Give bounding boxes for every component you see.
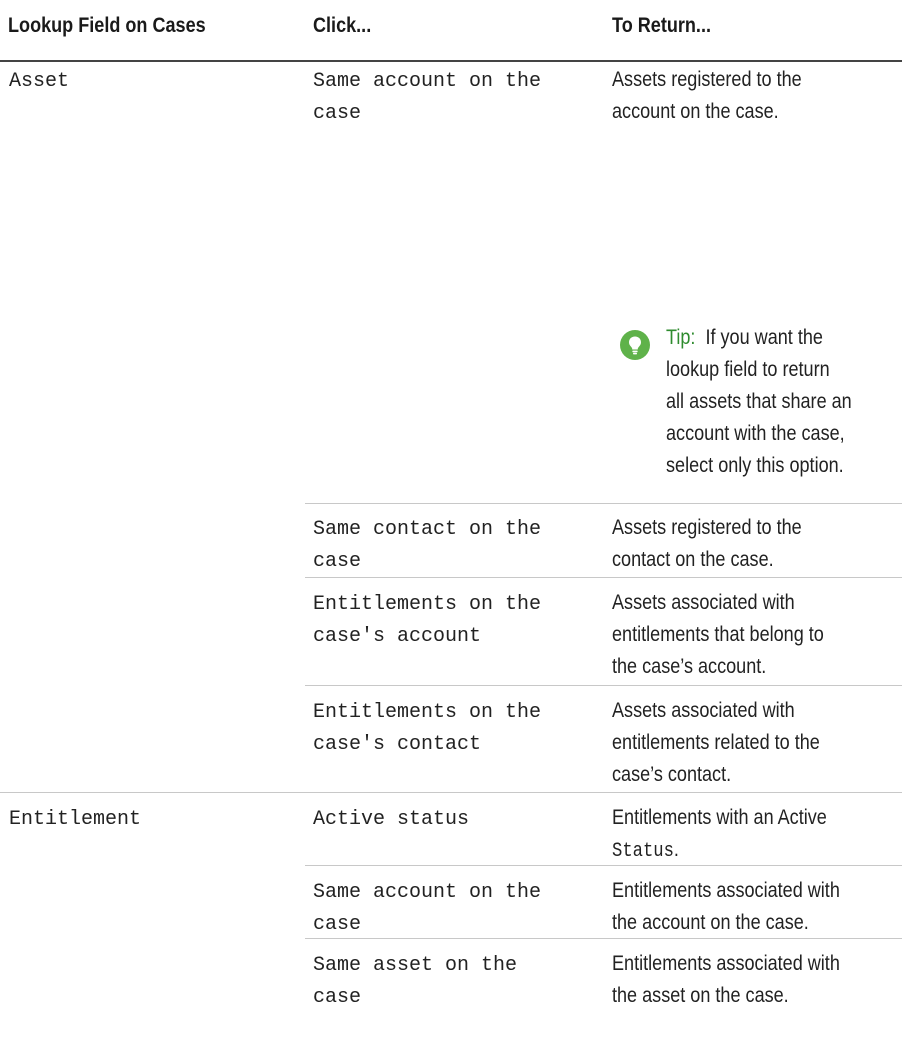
tip-label: Tip:: [666, 326, 696, 349]
click-cell: Same asset on the case: [313, 950, 517, 1014]
status-code: Status: [612, 840, 674, 863]
return-line: Assets associated with: [612, 699, 795, 722]
click-cell: Same contact on the case: [313, 514, 541, 578]
click-cell: Same account on the case: [313, 66, 541, 130]
tip-line: select only this option.: [666, 454, 844, 477]
row-divider: [305, 503, 902, 504]
return-cell: Entitlements associated with the asset o…: [612, 948, 840, 1012]
click-cell: Entitlements on the case's contact: [313, 697, 541, 761]
click-line: case: [313, 550, 362, 573]
header-lookup-field: Lookup Field on Cases: [8, 14, 206, 37]
click-line: Entitlements on the: [313, 593, 542, 616]
click-cell: Active status: [313, 804, 469, 836]
tip-line: lookup field to return: [666, 358, 830, 381]
click-line: case: [313, 986, 362, 1009]
click-line: Same contact on the: [313, 518, 542, 541]
click-line: case: [313, 102, 362, 125]
return-line: the account on the case.: [612, 911, 809, 934]
click-line: Same account on the: [313, 70, 542, 93]
tip-line: account with the case,: [666, 422, 845, 445]
lightbulb-icon: [620, 330, 650, 360]
return-line: case’s contact.: [612, 763, 732, 786]
return-line: the case’s account.: [612, 655, 767, 678]
row-divider: [0, 792, 902, 793]
return-cell: Assets associated with entitlements that…: [612, 587, 824, 683]
return-line: the asset on the case.: [612, 984, 789, 1007]
table-header: Lookup Field on Cases Click... To Return…: [0, 0, 902, 62]
header-divider: [0, 60, 902, 62]
tip-line: If you want the: [705, 326, 823, 349]
click-line: case: [313, 913, 362, 936]
click-line: Active status: [313, 808, 470, 831]
return-line: Entitlements associated with: [612, 879, 840, 902]
return-line: Entitlements with an Active: [612, 806, 827, 829]
row-divider: [305, 577, 902, 578]
click-cell: Same account on the case: [313, 877, 541, 941]
click-line: case's contact: [313, 733, 482, 756]
return-cell: Entitlements associated with the account…: [612, 875, 840, 939]
return-line: contact on the case.: [612, 548, 774, 571]
return-line: Assets registered to the: [612, 68, 802, 91]
field-cell: Asset: [9, 70, 70, 93]
header-click: Click...: [313, 14, 372, 37]
return-line: Assets registered to the: [612, 516, 802, 539]
click-cell: Entitlements on the case's account: [313, 589, 541, 653]
field-cell: Entitlement: [9, 808, 142, 831]
row-divider: [305, 865, 902, 866]
return-line: Entitlements associated with: [612, 952, 840, 975]
return-cell: Assets registered to the account on the …: [612, 64, 802, 128]
click-line: case's account: [313, 625, 482, 648]
return-line: Assets associated with: [612, 591, 795, 614]
tip-note: Tip: If you want the lookup field to ret…: [666, 322, 852, 482]
return-line: account on the case.: [612, 100, 779, 123]
click-line: Same asset on the: [313, 954, 518, 977]
header-to-return: To Return...: [612, 14, 711, 37]
return-line: entitlements related to the: [612, 731, 820, 754]
tip-line: all assets that share an: [666, 390, 852, 413]
click-line: Entitlements on the: [313, 701, 542, 724]
click-line: Same account on the: [313, 881, 542, 904]
return-cell: Assets associated with entitlements rela…: [612, 695, 820, 791]
row-divider: [305, 685, 902, 686]
return-line: entitlements that belong to: [612, 623, 824, 646]
return-suffix: .: [673, 838, 679, 861]
return-cell: Entitlements with an Active Status.: [612, 802, 827, 868]
row-divider: [305, 938, 902, 939]
return-cell: Assets registered to the contact on the …: [612, 512, 802, 576]
